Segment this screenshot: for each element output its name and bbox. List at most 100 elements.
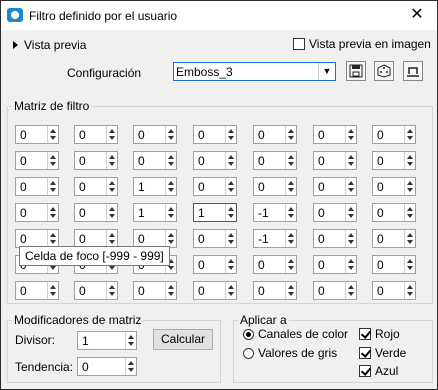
matrix-cell-spinner[interactable] xyxy=(345,126,356,143)
matrix-cell-spinner[interactable] xyxy=(225,230,236,247)
matrix-cell-r2-c1[interactable]: 0 xyxy=(74,177,118,196)
calculate-button[interactable]: Calcular xyxy=(153,329,213,350)
radio-indicator[interactable] xyxy=(243,348,254,359)
matrix-cell-spinner[interactable] xyxy=(404,204,415,221)
matrix-cell-r1-c5[interactable]: 0 xyxy=(313,151,357,170)
matrix-cell-r1-c4[interactable]: 0 xyxy=(253,151,297,170)
divisor-input[interactable]: 1 xyxy=(77,331,137,350)
matrix-cell-r6-c1[interactable]: 0 xyxy=(74,281,118,300)
matrix-cell-spinner[interactable] xyxy=(106,152,117,169)
matrix-cell-r2-c3[interactable]: 0 xyxy=(193,177,237,196)
matrix-cell-r3-c1[interactable]: 0 xyxy=(74,203,118,222)
matrix-cell-r1-c0[interactable]: 0 xyxy=(15,151,59,170)
matrix-cell-spinner[interactable] xyxy=(225,282,236,299)
randomize-button[interactable] xyxy=(374,61,394,81)
checkbox-box[interactable] xyxy=(359,347,371,359)
matrix-cell-spinner[interactable] xyxy=(404,178,415,195)
matrix-cell-spinner[interactable] xyxy=(404,152,415,169)
checkbox-box[interactable] xyxy=(293,38,305,50)
matrix-cell-r0-c4[interactable]: 0 xyxy=(253,125,297,144)
matrix-cell-r1-c6[interactable]: 0 xyxy=(372,151,416,170)
matrix-cell-r3-c3[interactable]: 1 xyxy=(193,203,237,222)
divisor-spinner[interactable] xyxy=(125,332,136,349)
matrix-cell-spinner[interactable] xyxy=(345,282,356,299)
matrix-cell-r2-c5[interactable]: 0 xyxy=(313,177,357,196)
matrix-cell-r3-c5[interactable]: 0 xyxy=(313,203,357,222)
matrix-cell-r2-c6[interactable]: 0 xyxy=(372,177,416,196)
matrix-cell-spinner[interactable] xyxy=(285,230,296,247)
matrix-cell-r3-c2[interactable]: 1 xyxy=(133,203,177,222)
matrix-cell-spinner[interactable] xyxy=(345,178,356,195)
matrix-cell-spinner[interactable] xyxy=(165,126,176,143)
matrix-cell-r1-c2[interactable]: 0 xyxy=(133,151,177,170)
matrix-cell-r0-c5[interactable]: 0 xyxy=(313,125,357,144)
matrix-cell-spinner[interactable] xyxy=(47,152,58,169)
matrix-cell-r2-c0[interactable]: 0 xyxy=(15,177,59,196)
matrix-cell-spinner[interactable] xyxy=(285,204,296,221)
matrix-cell-spinner[interactable] xyxy=(225,126,236,143)
matrix-cell-r0-c6[interactable]: 0 xyxy=(372,125,416,144)
matrix-cell-spinner[interactable] xyxy=(404,126,415,143)
matrix-cell-r2-c4[interactable]: 0 xyxy=(253,177,297,196)
matrix-cell-spinner[interactable] xyxy=(345,256,356,273)
matrix-cell-spinner[interactable] xyxy=(345,230,356,247)
matrix-cell-spinner[interactable] xyxy=(165,204,176,221)
tendencia-spinner[interactable] xyxy=(125,358,136,375)
matrix-cell-r0-c3[interactable]: 0 xyxy=(193,125,237,144)
matrix-cell-spinner[interactable] xyxy=(47,178,58,195)
matrix-cell-r6-c2[interactable]: 0 xyxy=(133,281,177,300)
matrix-cell-spinner[interactable] xyxy=(225,256,236,273)
config-select[interactable]: Emboss_3 ▼ xyxy=(173,62,336,81)
matrix-cell-r6-c5[interactable]: 0 xyxy=(313,281,357,300)
matrix-cell-spinner[interactable] xyxy=(225,152,236,169)
matrix-cell-r6-c3[interactable]: 0 xyxy=(193,281,237,300)
checkbox-green[interactable]: Verde xyxy=(359,346,406,360)
matrix-cell-r2-c2[interactable]: 1 xyxy=(133,177,177,196)
matrix-cell-spinner[interactable] xyxy=(106,126,117,143)
radio-gray-values[interactable]: Valores de gris xyxy=(243,346,337,360)
matrix-cell-spinner[interactable] xyxy=(47,204,58,221)
matrix-cell-r0-c2[interactable]: 0 xyxy=(133,125,177,144)
matrix-cell-r5-c3[interactable]: 0 xyxy=(193,255,237,274)
matrix-cell-r0-c0[interactable]: 0 xyxy=(15,125,59,144)
matrix-cell-spinner[interactable] xyxy=(285,152,296,169)
matrix-cell-r3-c4[interactable]: -1 xyxy=(253,203,297,222)
matrix-cell-spinner[interactable] xyxy=(285,178,296,195)
checkbox-box[interactable] xyxy=(359,328,371,340)
radio-color-channels[interactable]: Canales de color xyxy=(243,327,348,341)
checkbox-red[interactable]: Rojo xyxy=(359,327,400,341)
matrix-cell-spinner[interactable] xyxy=(225,204,236,221)
matrix-cell-spinner[interactable] xyxy=(47,126,58,143)
tendencia-input[interactable]: 0 xyxy=(77,357,137,376)
matrix-cell-spinner[interactable] xyxy=(404,230,415,247)
reset-button[interactable] xyxy=(403,61,423,81)
preview-toggle[interactable]: Vista previa xyxy=(13,38,86,52)
matrix-cell-spinner[interactable] xyxy=(345,204,356,221)
matrix-cell-r1-c1[interactable]: 0 xyxy=(74,151,118,170)
matrix-cell-spinner[interactable] xyxy=(404,256,415,273)
matrix-cell-spinner[interactable] xyxy=(47,230,58,247)
matrix-cell-r6-c0[interactable]: 0 xyxy=(15,281,59,300)
matrix-cell-r0-c1[interactable]: 0 xyxy=(74,125,118,144)
save-preset-button[interactable] xyxy=(346,61,366,81)
close-button[interactable]: ✕ xyxy=(407,5,427,25)
matrix-cell-r3-c0[interactable]: 0 xyxy=(15,203,59,222)
matrix-cell-spinner[interactable] xyxy=(165,178,176,195)
matrix-cell-r6-c6[interactable]: 0 xyxy=(372,281,416,300)
matrix-cell-spinner[interactable] xyxy=(404,282,415,299)
matrix-cell-r4-c6[interactable]: 0 xyxy=(372,229,416,248)
matrix-cell-spinner[interactable] xyxy=(285,256,296,273)
matrix-cell-spinner[interactable] xyxy=(165,230,176,247)
matrix-cell-r6-c4[interactable]: 0 xyxy=(253,281,297,300)
checkbox-box[interactable] xyxy=(359,365,371,377)
matrix-cell-spinner[interactable] xyxy=(225,178,236,195)
matrix-cell-r3-c6[interactable]: 0 xyxy=(372,203,416,222)
matrix-cell-spinner[interactable] xyxy=(106,282,117,299)
preview-in-image-checkbox[interactable]: Vista previa en imagen xyxy=(293,37,431,51)
checkbox-blue[interactable]: Azul xyxy=(359,364,398,378)
matrix-cell-r1-c3[interactable]: 0 xyxy=(193,151,237,170)
matrix-cell-r5-c6[interactable]: 0 xyxy=(372,255,416,274)
matrix-cell-r5-c4[interactable]: 0 xyxy=(253,255,297,274)
matrix-cell-spinner[interactable] xyxy=(47,282,58,299)
matrix-cell-spinner[interactable] xyxy=(165,152,176,169)
